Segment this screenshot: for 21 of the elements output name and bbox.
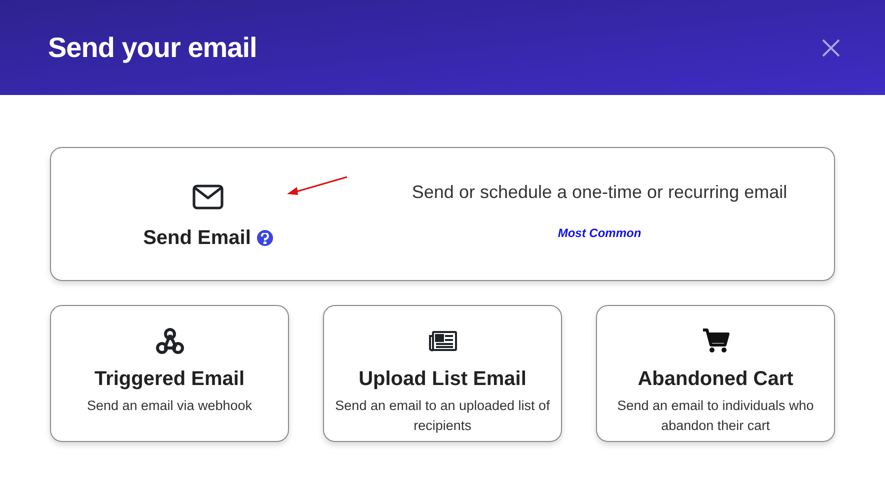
dialog-title: Send your email — [48, 30, 257, 65]
card-title: Triggered Email — [94, 367, 245, 392]
close-icon[interactable] — [821, 38, 841, 58]
card-title: Send Email — [143, 226, 251, 251]
help-icon[interactable] — [256, 230, 273, 246]
cart-icon — [702, 328, 730, 354]
send-email-card[interactable]: Send Email Send or schedule a one-time or recurring email Most Common — [50, 147, 835, 281]
card-title: Upload List Email — [358, 367, 526, 392]
email-type-card[interactable]: Triggered Email Send an email via webhook — [50, 305, 289, 442]
envelope-icon — [192, 183, 224, 211]
email-type-card[interactable]: Abandoned Cart Send an email to individuals who abandon their cart — [596, 305, 835, 442]
card-description: Send an email to individuals who abandon their cart — [616, 397, 815, 435]
card-description: Send an email via webhook — [86, 397, 252, 415]
card-title: Abandoned Cart — [638, 367, 794, 392]
most-common-label: Most Common — [558, 224, 642, 242]
email-type-card[interactable]: Upload List Email Send an email to an uploaded list of recipients — [323, 305, 562, 442]
webhook-icon — [154, 327, 184, 355]
card-description: Send an email to an uploaded list of recipients — [334, 397, 551, 435]
newspaper-icon — [428, 330, 458, 352]
card-description: Send or schedule a one-time or recurring email — [412, 180, 788, 204]
annotation-arrow — [285, 175, 349, 197]
